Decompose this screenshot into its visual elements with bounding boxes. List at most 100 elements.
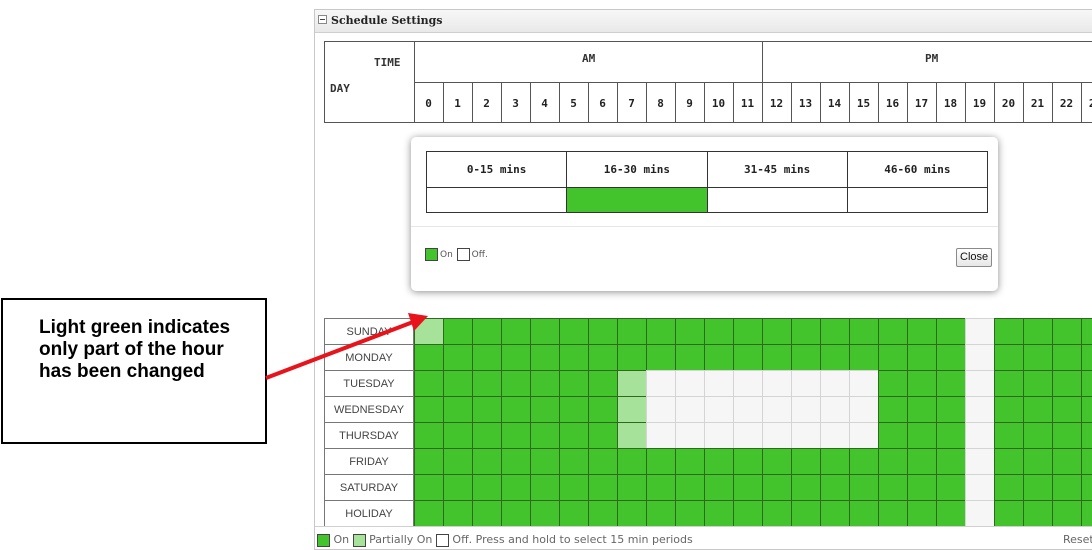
schedule-cell[interactable] xyxy=(646,448,675,474)
schedule-cell[interactable] xyxy=(704,422,733,448)
schedule-cell[interactable] xyxy=(530,318,559,344)
schedule-cell[interactable] xyxy=(762,396,791,422)
schedule-cell[interactable] xyxy=(1081,370,1092,396)
schedule-cell[interactable] xyxy=(762,422,791,448)
schedule-cell[interactable] xyxy=(1081,422,1092,448)
schedule-cell[interactable] xyxy=(1052,396,1081,422)
schedule-cell[interactable] xyxy=(588,422,617,448)
schedule-cell[interactable] xyxy=(762,344,791,370)
schedule-cell[interactable] xyxy=(1023,318,1052,344)
schedule-cell[interactable] xyxy=(617,370,646,396)
schedule-cell[interactable] xyxy=(878,422,907,448)
schedule-cell[interactable] xyxy=(704,448,733,474)
schedule-cell[interactable] xyxy=(936,500,965,526)
schedule-cell[interactable] xyxy=(878,370,907,396)
schedule-cell[interactable] xyxy=(530,422,559,448)
schedule-cell[interactable] xyxy=(472,396,501,422)
schedule-cell[interactable] xyxy=(617,422,646,448)
schedule-cell[interactable] xyxy=(820,396,849,422)
schedule-cell[interactable] xyxy=(559,396,588,422)
schedule-cell[interactable] xyxy=(675,500,704,526)
schedule-cell[interactable] xyxy=(791,448,820,474)
schedule-cell[interactable] xyxy=(1023,448,1052,474)
day-label-wednesday[interactable]: WEDNESDAY xyxy=(324,396,414,422)
schedule-cell[interactable] xyxy=(588,500,617,526)
schedule-cell[interactable] xyxy=(733,500,762,526)
schedule-cell[interactable] xyxy=(936,344,965,370)
schedule-cell[interactable] xyxy=(414,318,443,344)
schedule-cell[interactable] xyxy=(646,474,675,500)
schedule-cell[interactable] xyxy=(994,448,1023,474)
schedule-cell[interactable] xyxy=(907,448,936,474)
schedule-cell[interactable] xyxy=(501,422,530,448)
schedule-cell[interactable] xyxy=(849,448,878,474)
schedule-cell[interactable] xyxy=(907,474,936,500)
schedule-cell[interactable] xyxy=(1023,422,1052,448)
schedule-cell[interactable] xyxy=(878,344,907,370)
schedule-cell[interactable] xyxy=(617,474,646,500)
schedule-cell[interactable] xyxy=(762,448,791,474)
schedule-cell[interactable] xyxy=(472,422,501,448)
schedule-cell[interactable] xyxy=(762,370,791,396)
schedule-cell[interactable] xyxy=(443,474,472,500)
schedule-cell[interactable] xyxy=(559,344,588,370)
schedule-cell[interactable] xyxy=(936,370,965,396)
schedule-cell[interactable] xyxy=(675,474,704,500)
schedule-cell[interactable] xyxy=(472,344,501,370)
schedule-cell[interactable] xyxy=(907,396,936,422)
schedule-cell[interactable] xyxy=(791,344,820,370)
schedule-cell[interactable] xyxy=(414,474,443,500)
schedule-cell[interactable] xyxy=(907,370,936,396)
schedule-cell[interactable] xyxy=(1023,474,1052,500)
schedule-cell[interactable] xyxy=(1081,318,1092,344)
schedule-cell[interactable] xyxy=(1052,344,1081,370)
schedule-cell[interactable] xyxy=(820,422,849,448)
schedule-cell[interactable] xyxy=(559,500,588,526)
schedule-cell[interactable] xyxy=(559,448,588,474)
schedule-cell[interactable] xyxy=(588,370,617,396)
schedule-cell[interactable] xyxy=(559,370,588,396)
schedule-cell[interactable] xyxy=(733,344,762,370)
schedule-cell[interactable] xyxy=(878,318,907,344)
schedule-cell[interactable] xyxy=(530,396,559,422)
schedule-cell[interactable] xyxy=(704,370,733,396)
schedule-cell[interactable] xyxy=(675,422,704,448)
schedule-cell[interactable] xyxy=(443,344,472,370)
schedule-cell[interactable] xyxy=(675,396,704,422)
schedule-cell[interactable] xyxy=(704,500,733,526)
schedule-cell[interactable] xyxy=(646,500,675,526)
schedule-cell[interactable] xyxy=(646,318,675,344)
schedule-cell[interactable] xyxy=(501,448,530,474)
day-label-thursday[interactable]: THURSDAY xyxy=(324,422,414,448)
schedule-cell[interactable] xyxy=(791,500,820,526)
collapse-icon[interactable] xyxy=(318,15,327,24)
schedule-cell[interactable] xyxy=(617,344,646,370)
schedule-cell[interactable] xyxy=(443,318,472,344)
schedule-cell[interactable] xyxy=(443,422,472,448)
schedule-cell[interactable] xyxy=(646,396,675,422)
schedule-cell[interactable] xyxy=(994,370,1023,396)
schedule-cell[interactable] xyxy=(791,370,820,396)
schedule-cell[interactable] xyxy=(530,370,559,396)
schedule-cell[interactable] xyxy=(617,396,646,422)
schedule-cell[interactable] xyxy=(936,396,965,422)
schedule-cell[interactable] xyxy=(994,318,1023,344)
schedule-cell[interactable] xyxy=(443,370,472,396)
schedule-cell[interactable] xyxy=(733,474,762,500)
schedule-cell[interactable] xyxy=(820,318,849,344)
schedule-cell[interactable] xyxy=(791,318,820,344)
schedule-cell[interactable] xyxy=(1023,370,1052,396)
schedule-cell[interactable] xyxy=(472,318,501,344)
schedule-cell[interactable] xyxy=(559,318,588,344)
schedule-cell[interactable] xyxy=(1081,474,1092,500)
schedule-cell[interactable] xyxy=(849,422,878,448)
schedule-cell[interactable] xyxy=(849,344,878,370)
schedule-cell[interactable] xyxy=(994,474,1023,500)
day-label-holiday[interactable]: HOLIDAY xyxy=(324,500,414,526)
schedule-cell[interactable] xyxy=(414,422,443,448)
schedule-cell[interactable] xyxy=(472,370,501,396)
schedule-cell[interactable] xyxy=(965,448,994,474)
quarter-cell[interactable] xyxy=(425,186,568,214)
schedule-cell[interactable] xyxy=(878,500,907,526)
schedule-cell[interactable] xyxy=(1023,396,1052,422)
